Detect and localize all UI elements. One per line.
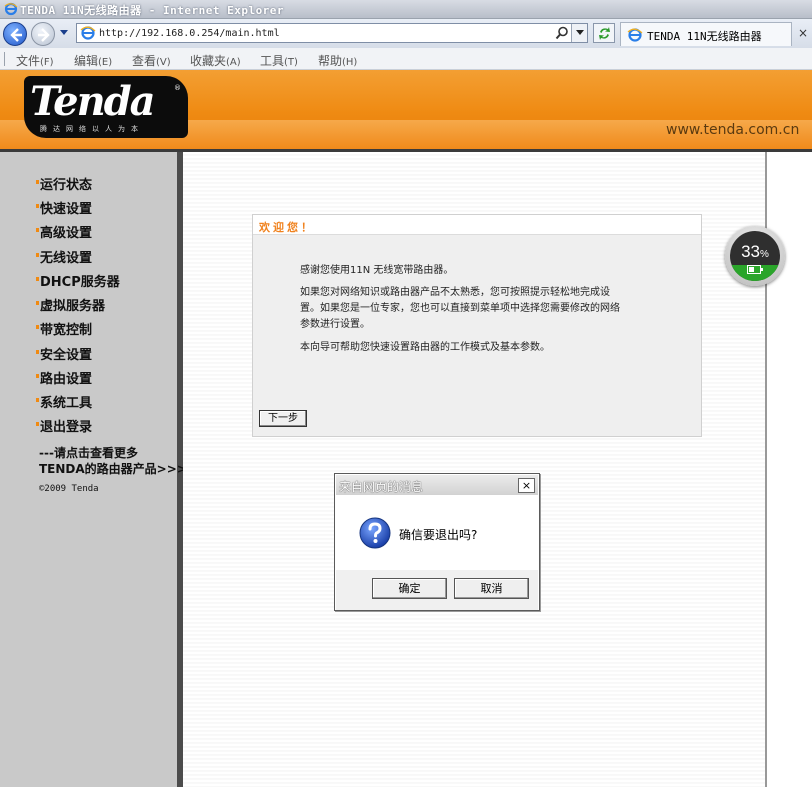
tenda-logo: Tenda ® 腾达网络以人为本 bbox=[24, 76, 188, 138]
address-input[interactable] bbox=[99, 25, 539, 41]
refresh-button[interactable] bbox=[593, 23, 615, 43]
dialog-footer: 确定 取消 bbox=[336, 570, 538, 610]
welcome-line-2: 如果您对网络知识或路由器产品不太熟悉，您可按照提示轻松地完成设 bbox=[300, 287, 610, 298]
confirm-dialog: 来自网页的消息 × 确信要退出吗? 确定 取消 bbox=[334, 473, 540, 611]
sidebar-item-logout[interactable]: 退出登录 bbox=[35, 416, 92, 435]
ie-icon bbox=[4, 2, 18, 16]
browser-tab[interactable]: TENDA 11N无线路由器 bbox=[620, 22, 792, 46]
tab-title: TENDA 11N无线路由器 bbox=[647, 30, 762, 43]
address-bar-row: TENDA 11N无线路由器 bbox=[0, 19, 812, 48]
menu-help[interactable]: 帮助(H) bbox=[318, 52, 357, 69]
sidebar-item-quick-setup[interactable]: 快速设置 bbox=[35, 198, 92, 217]
forward-arrow-icon bbox=[38, 28, 50, 42]
welcome-line-5: 本向导可帮助您快速设置路由器的工作模式及基本参数。 bbox=[300, 342, 550, 353]
search-icon[interactable] bbox=[555, 26, 569, 40]
sidebar-item-bandwidth[interactable]: 带宽控制 bbox=[35, 319, 92, 338]
welcome-line-1: 感谢您使用11N 无线宽带路由器。 bbox=[300, 265, 454, 276]
sidebar-item-wireless[interactable]: 无线设置 bbox=[35, 247, 92, 266]
page-header: Tenda ® 腾达网络以人为本 www.tenda.com.cn bbox=[0, 70, 812, 149]
more-products-link[interactable]: ---请点击查看更多 TENDA的路由器产品>>> bbox=[39, 445, 187, 477]
recent-pages-dropdown-icon[interactable] bbox=[59, 29, 69, 37]
logo-text: Tenda bbox=[30, 78, 156, 125]
ie-page-icon bbox=[80, 26, 96, 40]
dialog-title: 来自网页的消息 bbox=[339, 480, 424, 494]
cancel-button[interactable]: 取消 bbox=[454, 578, 529, 599]
sidebar-item-advanced[interactable]: 高级设置 bbox=[35, 222, 92, 241]
battery-percent: 33% bbox=[741, 242, 769, 261]
dialog-close-button[interactable]: × bbox=[518, 478, 535, 493]
logo-slogan: 腾达网络以人为本 bbox=[40, 125, 144, 133]
welcome-title: 欢迎您！ bbox=[259, 221, 315, 234]
menu-tools[interactable]: 工具(T) bbox=[260, 52, 298, 69]
address-box[interactable] bbox=[76, 23, 588, 43]
back-arrow-icon bbox=[10, 28, 22, 42]
sidebar-item-dhcp[interactable]: DHCP服务器 bbox=[36, 271, 120, 290]
refresh-icon bbox=[599, 27, 610, 40]
more-products-line2: TENDA的路由器产品>>> bbox=[39, 462, 187, 476]
dialog-message: 确信要退出吗? bbox=[399, 528, 478, 542]
sidebar-item-system-tools[interactable]: 系统工具 bbox=[35, 392, 92, 411]
menu-view[interactable]: 查看(V) bbox=[132, 52, 171, 69]
back-button[interactable] bbox=[3, 22, 27, 46]
battery-gauge: 33% bbox=[730, 231, 780, 281]
menu-edit[interactable]: 编辑(E) bbox=[74, 52, 112, 69]
window-title: TENDA 11N无线路由器 - Internet Explorer bbox=[20, 4, 285, 17]
menu-separator bbox=[4, 52, 5, 66]
menu-bar: 文件(F) 编辑(E) 查看(V) 收藏夹(A) 工具(T) 帮助(H) bbox=[0, 48, 812, 70]
welcome-header: 欢迎您！ bbox=[253, 215, 701, 235]
welcome-panel: 欢迎您！ 感谢您使用11N 无线宽带路由器。 如果您对网络知识或路由器产品不太熟… bbox=[252, 214, 702, 437]
sidebar-item-security[interactable]: 安全设置 bbox=[35, 344, 92, 363]
chevron-down-icon bbox=[576, 30, 584, 35]
welcome-line-4: 参数进行设置。 bbox=[300, 319, 370, 330]
registered-mark-icon: ® bbox=[174, 84, 181, 92]
question-icon bbox=[359, 517, 391, 549]
sidebar-item-virtual-server[interactable]: 虚拟服务器 bbox=[35, 295, 105, 314]
more-products-line1: ---请点击查看更多 bbox=[39, 446, 138, 460]
dialog-titlebar: 来自网页的消息 × bbox=[336, 475, 538, 495]
ok-button[interactable]: 确定 bbox=[372, 578, 447, 599]
sidebar-item-routing[interactable]: 路由设置 bbox=[35, 368, 92, 387]
menu-file[interactable]: 文件(F) bbox=[16, 52, 54, 69]
forward-button[interactable] bbox=[31, 22, 55, 46]
window-titlebar: TENDA 11N无线路由器 - Internet Explorer bbox=[0, 0, 812, 19]
battery-icon bbox=[747, 265, 763, 274]
ie-tab-icon bbox=[627, 28, 643, 42]
menu-favorites[interactable]: 收藏夹(A) bbox=[190, 52, 241, 69]
sidebar-item-status[interactable]: 运行状态 bbox=[35, 174, 92, 193]
site-url: www.tenda.com.cn bbox=[666, 122, 800, 138]
welcome-line-3: 置。如果您是一位专家，您也可以直接到菜单项中选择您需要修改的网络 bbox=[300, 303, 620, 314]
battery-widget[interactable]: 33% bbox=[725, 226, 785, 286]
tab-close-icon[interactable]: × bbox=[798, 26, 808, 40]
address-dropdown-button[interactable] bbox=[571, 24, 587, 42]
next-step-button[interactable]: 下一步 bbox=[259, 410, 307, 427]
copyright: ©2009 Tenda bbox=[39, 484, 99, 494]
